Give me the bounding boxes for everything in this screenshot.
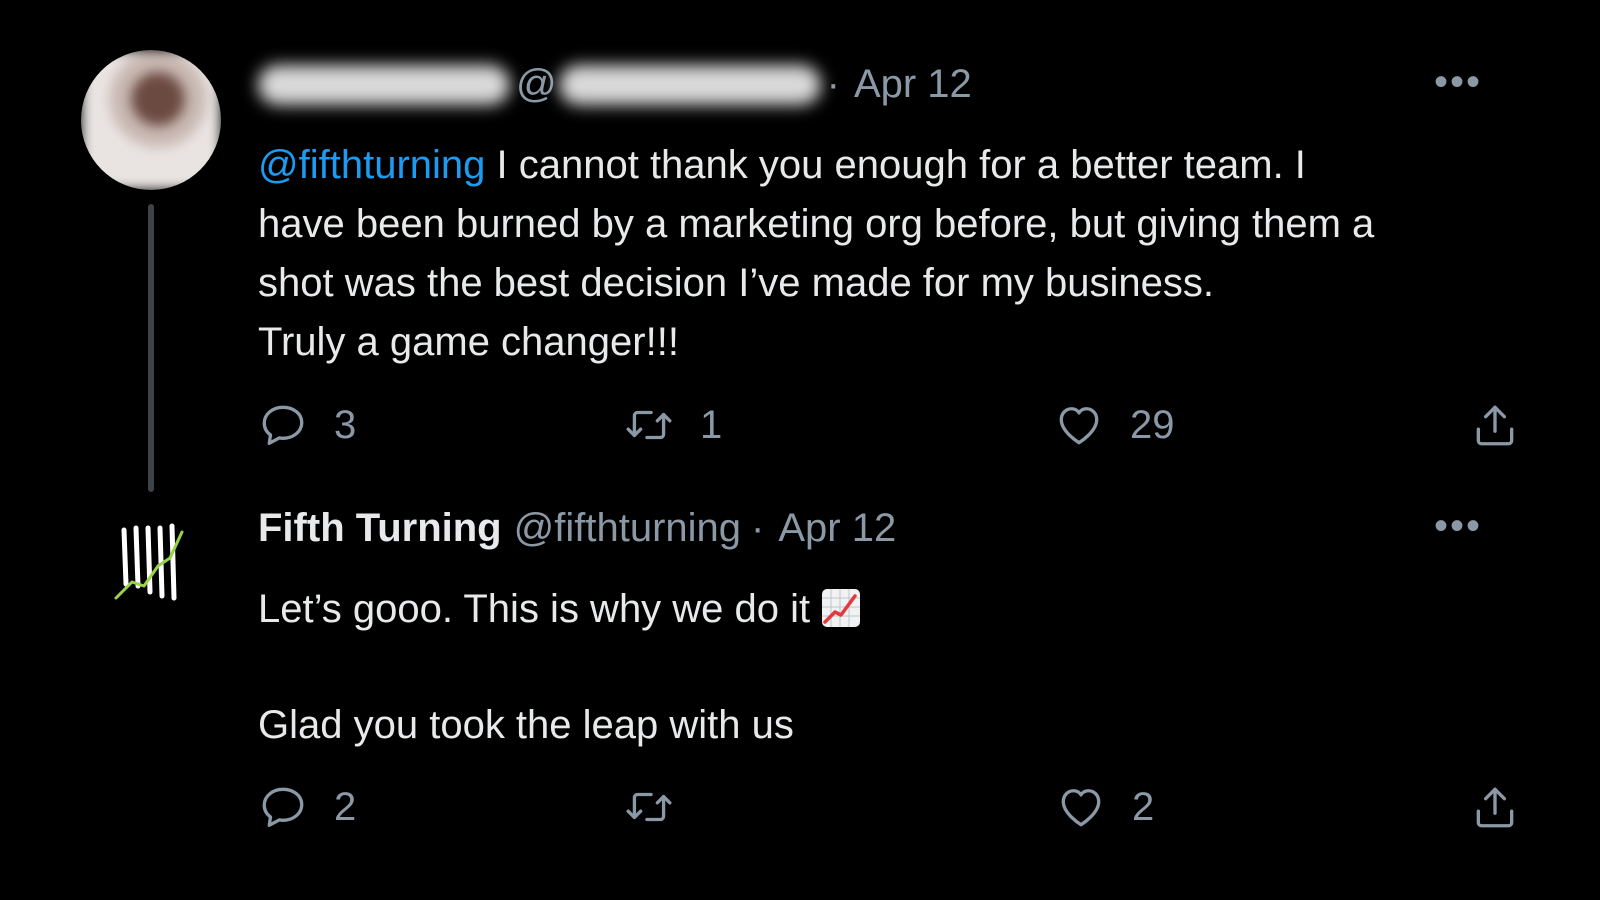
like-button[interactable]: 29: [1054, 400, 1175, 450]
text-line: shot was the best decision I’ve made for…: [258, 261, 1215, 305]
retweet-button[interactable]: 1: [624, 400, 722, 450]
retweet-icon: [626, 410, 672, 440]
more-options-button[interactable]: •••: [1434, 506, 1482, 546]
like-count: 29: [1130, 402, 1175, 447]
like-count: 2: [1132, 784, 1155, 829]
share-button[interactable]: [1470, 400, 1520, 450]
reply-button[interactable]: 3: [258, 400, 356, 450]
tweet-text-line2: Glad you took the leap with us: [258, 696, 1518, 755]
share-icon: [1476, 405, 1514, 446]
text-line: I cannot thank you enough for a better t…: [485, 143, 1306, 187]
like-button[interactable]: 2: [1056, 782, 1154, 832]
blurred-display-name[interactable]: [258, 64, 510, 105]
like-icon: [1059, 407, 1099, 445]
text-line: Truly a game changer!!!: [258, 320, 679, 364]
reply-button[interactable]: 2: [258, 782, 356, 832]
chart-increasing-emoji: [822, 589, 861, 627]
tweet-date[interactable]: Apr 12: [854, 62, 972, 107]
retweet-button[interactable]: [624, 782, 700, 832]
reply-count: 2: [334, 784, 357, 829]
avatar-image: [81, 50, 221, 190]
mention-link[interactable]: @fifthturning: [258, 143, 485, 187]
like-icon: [1061, 789, 1101, 827]
text-line: have been burned by a marketing org befo…: [258, 202, 1375, 246]
text-line: Let’s gooo. This is why we do it: [258, 587, 811, 631]
tweet-date[interactable]: Apr 12: [778, 506, 896, 551]
fifth-turning-logo[interactable]: [114, 522, 186, 612]
separator: ·: [751, 506, 765, 550]
avatar[interactable]: [81, 50, 221, 190]
blurred-handle[interactable]: [558, 64, 821, 105]
retweet-count: 1: [700, 402, 723, 447]
tweet-header: @ · Apr 12: [258, 62, 972, 107]
tweet-header: Fifth Turning @fifthturning · Apr 12: [258, 506, 896, 551]
action-bar: 3 1 29: [258, 400, 1528, 460]
more-options-button[interactable]: •••: [1434, 62, 1482, 102]
separator: ·: [826, 62, 840, 106]
display-name[interactable]: Fifth Turning: [258, 506, 502, 551]
action-bar: 2 2: [258, 782, 1528, 842]
thread-line: [148, 204, 154, 492]
reply-icon: [262, 405, 304, 445]
reply-icon: [262, 787, 304, 827]
handle[interactable]: @fifthturning: [514, 506, 741, 551]
retweet-icon: [626, 792, 672, 822]
text-line: Glad you took the leap with us: [258, 703, 794, 747]
reply-count: 3: [334, 402, 357, 447]
share-button[interactable]: [1470, 782, 1520, 832]
tweet-text: @fifthturning I cannot thank you enough …: [258, 136, 1518, 372]
handle-prefix[interactable]: @: [516, 62, 557, 107]
tweet-text: Let’s gooo. This is why we do it: [258, 580, 1518, 639]
share-icon: [1476, 787, 1514, 828]
